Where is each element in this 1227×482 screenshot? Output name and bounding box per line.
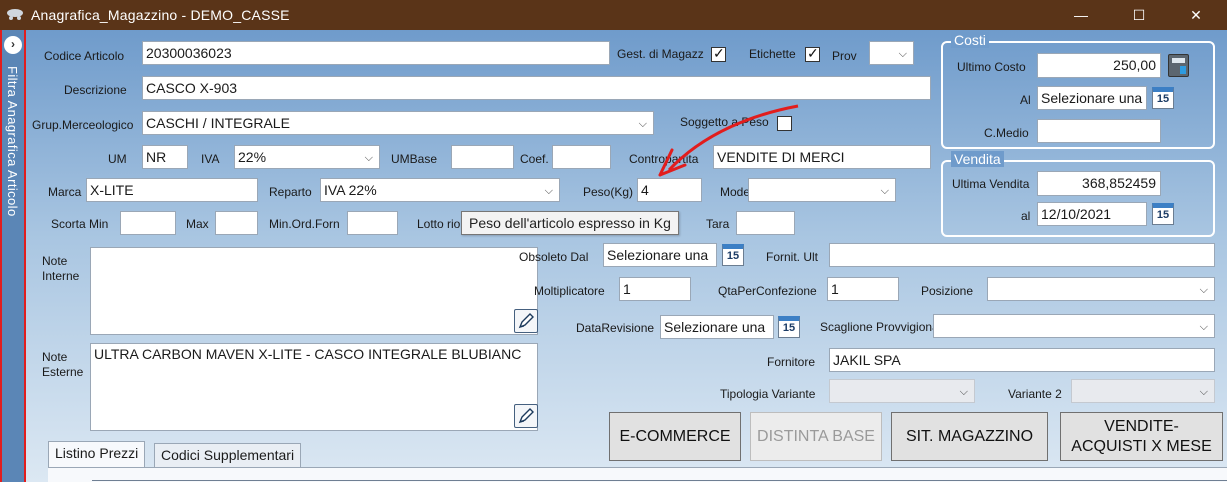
annotation-arrow [658,104,799,177]
